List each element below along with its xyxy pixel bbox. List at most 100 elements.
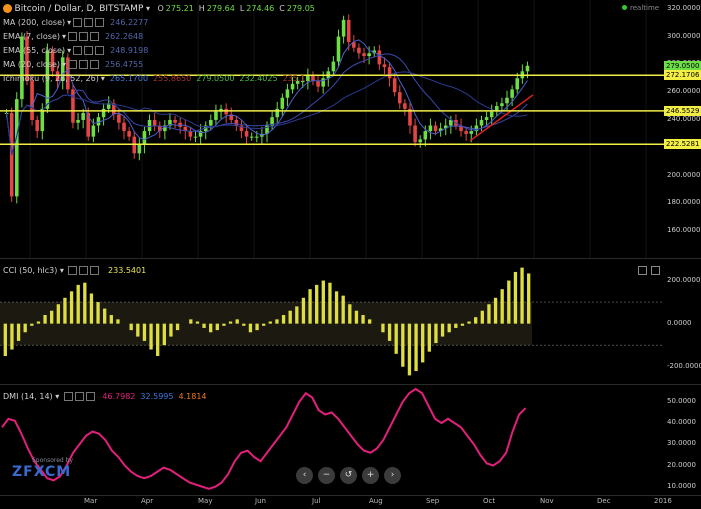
candle-body xyxy=(152,119,157,126)
price-tick-label: 260.0000 xyxy=(667,87,701,96)
close-icon[interactable] xyxy=(90,32,100,41)
candle-body xyxy=(382,64,387,68)
indicator-row[interactable]: Ichimoku (9, 26, 52, 26) ▾ 265.1700 255.865… xyxy=(3,72,305,86)
dmi-legend: DMI (14, 14) ▾ 46.7982 32.5995 4.1814 xyxy=(3,390,207,403)
indicator-row[interactable]: MA (20, close) ▾ 256.4755 xyxy=(3,58,305,72)
ohlc-key: H xyxy=(198,4,205,13)
close-icon[interactable] xyxy=(95,46,105,55)
sponsor-watermark[interactable]: Sponsored by ZFXCM xyxy=(12,457,73,480)
symbol-legend: Bitcoin / Dollar, D, BITSTAMP ▾ O 275.21 H… xyxy=(3,2,315,16)
price-tick-label: 160.0000 xyxy=(667,226,701,235)
move-up-icon[interactable] xyxy=(638,266,647,275)
price-tick-label: 240.0000 xyxy=(667,114,701,123)
price-tag: 246.5529 xyxy=(664,105,701,116)
ohlc-value: 279.64 xyxy=(206,4,235,13)
close-icon[interactable] xyxy=(85,392,95,401)
candle-body xyxy=(76,119,80,123)
cci-chart[interactable] xyxy=(0,259,664,384)
eye-icon[interactable] xyxy=(68,32,78,41)
price-tag: 222.5281 xyxy=(664,139,701,150)
close-icon[interactable] xyxy=(90,60,100,69)
candle-body xyxy=(479,119,484,126)
close-icon[interactable] xyxy=(90,266,100,275)
ohlc-values: O 275.21 H 279.64 L 274.46 C 279.05 xyxy=(153,4,315,13)
dropdown-icon[interactable]: ▾ xyxy=(55,392,59,401)
dropdown-icon: ▾ xyxy=(62,60,67,69)
chevron-right-icon[interactable]: › xyxy=(384,467,401,484)
bitcoin-icon xyxy=(3,4,12,13)
price-tick-label: 200.0000 xyxy=(667,170,701,179)
dropdown-icon[interactable]: ▾ xyxy=(146,4,150,13)
settings-icon[interactable] xyxy=(79,266,89,275)
candle-body xyxy=(428,125,433,132)
eye-icon[interactable] xyxy=(73,18,83,27)
indicator-value: 262.2648 xyxy=(105,32,144,41)
reset-icon[interactable]: ↺ xyxy=(340,467,357,484)
eye-icon[interactable] xyxy=(68,266,78,275)
candle-body xyxy=(377,50,382,65)
chevron-left-icon[interactable]: ‹ xyxy=(296,467,313,484)
indicator-list: MA (200, close) ▾ 246.2277 EMA (7, close) ▾ 2… xyxy=(3,16,305,86)
indicator-row[interactable]: MA (200, close) ▾ 246.2277 xyxy=(3,16,305,30)
dmi-tick-label: 50.0000 xyxy=(667,396,696,405)
settings-icon[interactable] xyxy=(84,18,94,27)
candle-body xyxy=(147,119,152,132)
cci-name[interactable]: CCI (50, hlc3) xyxy=(3,266,57,275)
ohlc-key: C xyxy=(279,4,285,13)
status-dot-icon xyxy=(622,5,627,10)
x-axis-label: Oct xyxy=(483,497,496,505)
x-axis-label: 2016 xyxy=(654,497,672,505)
indicator-row[interactable]: EMA (55, close) ▾ 248.9198 xyxy=(3,44,305,58)
candle-body xyxy=(193,136,198,138)
candle-body xyxy=(81,113,85,120)
symbol-title[interactable]: Bitcoin / Dollar, D, BITSTAMP xyxy=(15,4,144,14)
close-icon[interactable] xyxy=(95,18,105,27)
dropdown-icon[interactable]: ▾ xyxy=(60,266,64,275)
move-down-icon[interactable] xyxy=(651,266,660,275)
indicator-value: 255.8650 xyxy=(153,74,192,83)
candle-body xyxy=(413,125,417,143)
indicator-name: EMA (55, close) xyxy=(3,46,66,55)
zoom-in-icon[interactable]: + xyxy=(362,467,379,484)
eye-icon[interactable] xyxy=(68,60,78,69)
candle-body xyxy=(387,67,392,79)
dmi-tick-label: 30.0000 xyxy=(667,439,696,448)
settings-icon[interactable] xyxy=(79,60,89,69)
ohlc-key: L xyxy=(239,4,245,13)
eye-icon[interactable] xyxy=(73,46,83,55)
candle-body xyxy=(464,131,468,134)
dmi-tick-label: 20.0000 xyxy=(667,460,696,469)
candle-body xyxy=(367,53,371,57)
x-axis-label: Sep xyxy=(426,497,440,505)
candle-body xyxy=(397,92,402,104)
candle-body xyxy=(137,144,142,154)
zoom-out-icon[interactable]: − xyxy=(318,467,335,484)
candle-body xyxy=(510,89,514,98)
candle-body xyxy=(122,122,126,132)
candle-body xyxy=(500,103,504,107)
cci-tick-label: 0.0000 xyxy=(667,318,692,327)
settings-icon[interactable] xyxy=(79,32,89,41)
candle-body xyxy=(254,136,259,138)
indicator-name: EMA (7, close) xyxy=(3,32,60,41)
candle-body xyxy=(316,81,320,87)
indicator-row[interactable]: EMA (7, close) ▾ 262.2648 xyxy=(3,30,305,44)
price-tag: 272.1706 xyxy=(664,70,701,81)
eye-icon[interactable] xyxy=(63,392,73,401)
ohlc-key: O xyxy=(157,4,164,13)
candle-body xyxy=(306,75,310,82)
candle-body xyxy=(30,81,34,120)
cci-tick-label: 200.0000 xyxy=(667,275,701,284)
settings-icon[interactable] xyxy=(84,46,94,55)
dmi-value: 46.7982 xyxy=(102,392,136,401)
settings-icon[interactable] xyxy=(74,392,84,401)
candle-body xyxy=(117,114,121,123)
cci-pane[interactable] xyxy=(0,259,664,384)
indicator-value: 235.1 xyxy=(282,74,306,83)
candle-body xyxy=(188,131,193,137)
dmi-name[interactable]: DMI (14, 14) xyxy=(3,392,53,401)
x-axis-label: Apr xyxy=(141,497,154,505)
dmi-value: 32.5995 xyxy=(140,392,174,401)
ohlc-value: 274.46 xyxy=(246,4,275,13)
cci-value: 233.5401 xyxy=(108,266,147,275)
